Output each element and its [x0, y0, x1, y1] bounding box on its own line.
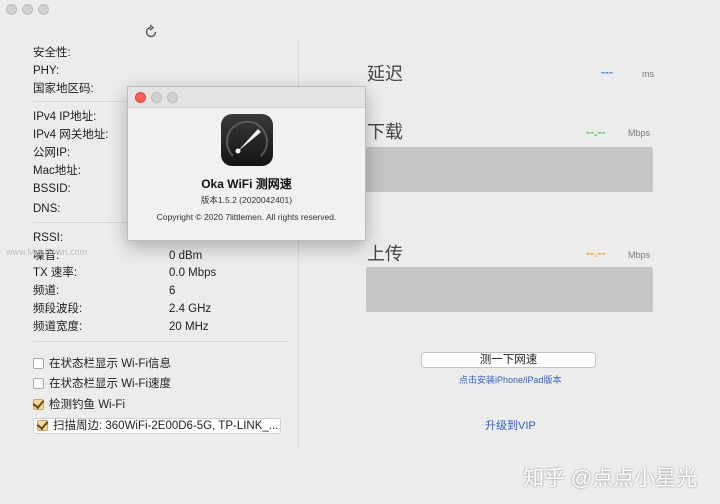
label-ipv4-gateway: IPv4 网关地址: [33, 129, 109, 141]
title-bar [0, 0, 720, 20]
download-graph [366, 147, 653, 192]
window-minimize-button[interactable] [22, 4, 33, 15]
value-band: 2.4 GHz [169, 303, 212, 315]
detect-phishing-wifi-checkbox[interactable]: 检测钓鱼 Wi-Fi [33, 397, 125, 413]
label-channel-width: 频道宽度: [33, 321, 83, 333]
app-name: Oka WiFi 测网速 [201, 177, 292, 191]
main-window: 安全性: PHY: 国家地区码: IPv4 IP地址: IPv4 网关地址: 公… [0, 0, 720, 504]
label-ipv4-ip: IPv4 IP地址: [33, 111, 97, 123]
install-ios-link[interactable]: 点击安装iPhone/iPad版本 [459, 373, 562, 386]
checkbox-box[interactable] [33, 358, 44, 369]
value-channel: 6 [169, 285, 176, 297]
watermark-right: 知乎 @点点小星光 [523, 467, 698, 490]
download-unit: Mbps [628, 128, 651, 138]
scan-nearby-label: 扫描周边: 360WiFi-2E00D6-5G, TP-LINK_... [53, 420, 279, 432]
about-dialog: Oka WiFi 测网速 版本1.5.2 (2020042401) Copyri… [127, 86, 366, 241]
dialog-minimize-button[interactable] [151, 92, 162, 103]
upload-graph [366, 267, 653, 312]
label-rssi: RSSI: [33, 232, 64, 244]
window-close-button[interactable] [6, 4, 17, 15]
label-band: 频段波段: [33, 303, 83, 315]
upload-label: 上传 [367, 244, 403, 264]
checkbox-label: 检测钓鱼 Wi-Fi [49, 399, 126, 411]
label-mac: Mac地址: [33, 165, 81, 177]
upgrade-vip-link[interactable]: 升级到VIP [485, 417, 536, 433]
speed-test-button[interactable]: 测一下网速 [421, 352, 596, 368]
dialog-title-bar [128, 87, 365, 108]
checkbox-box[interactable] [33, 378, 44, 389]
label-dns: DNS: [33, 203, 61, 215]
value-tx-rate: 0.0 Mbps [169, 267, 217, 279]
label-security: 安全性: [33, 47, 71, 59]
label-public-ip: 公网IP: [33, 147, 71, 159]
value-channel-width: 20 MHz [169, 321, 209, 333]
checkbox-box[interactable] [37, 420, 48, 431]
download-label: 下载 [367, 122, 403, 142]
upload-value: --.-- [586, 246, 606, 260]
label-phy: PHY: [33, 65, 60, 77]
checkbox-label: 在状态栏显示 Wi-Fi信息 [49, 358, 172, 370]
upload-unit: Mbps [628, 250, 651, 260]
checkbox-box[interactable] [33, 399, 44, 410]
app-version: 版本1.5.2 (2020042401) [200, 195, 293, 205]
speedometer-icon [221, 114, 273, 166]
window-zoom-button[interactable] [38, 4, 49, 15]
latency-label: 延迟 [367, 64, 403, 84]
app-copyright: Copyright © 2020 7littlemen. All rights … [156, 212, 337, 222]
watermark-left: www.MacDown.com [6, 247, 88, 257]
show-wifi-speed-checkbox[interactable]: 在状态栏显示 Wi-Fi速度 [33, 376, 171, 392]
label-country-code: 国家地区码: [33, 83, 94, 95]
checkbox-label: 在状态栏显示 Wi-Fi速度 [49, 378, 172, 390]
scan-nearby-checkbox[interactable]: 扫描周边: 360WiFi-2E00D6-5G, TP-LINK_... [33, 418, 281, 434]
refresh-icon[interactable] [142, 23, 160, 41]
label-channel: 频道: [33, 285, 60, 297]
download-value: --.-- [586, 125, 606, 139]
dialog-zoom-button[interactable] [167, 92, 178, 103]
value-noise: 0 dBm [169, 250, 203, 262]
latency-unit: ms [642, 69, 654, 79]
latency-value: --- [601, 65, 613, 79]
show-wifi-info-checkbox[interactable]: 在状态栏显示 Wi-Fi信息 [33, 356, 171, 372]
label-tx-rate: TX 速率: [33, 267, 78, 279]
dialog-close-button[interactable] [135, 92, 146, 103]
divider [33, 341, 288, 342]
label-bssid: BSSID: [33, 183, 71, 195]
